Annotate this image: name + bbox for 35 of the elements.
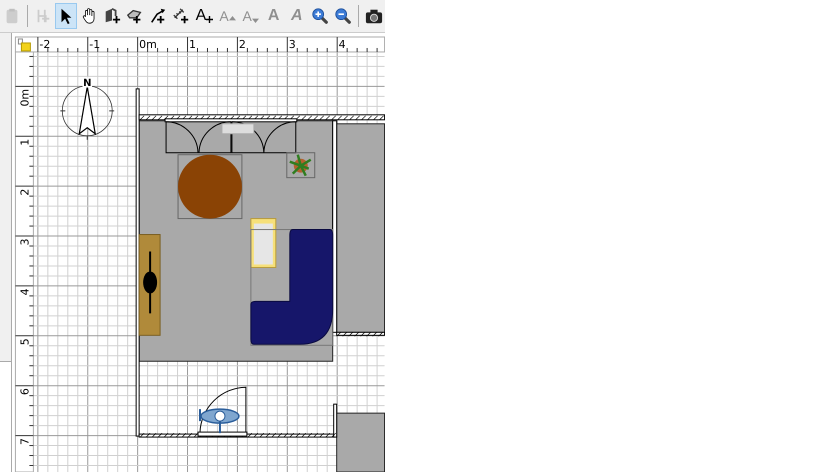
bed-drawing bbox=[250, 218, 276, 268]
lock-icon[interactable] bbox=[18, 38, 31, 52]
plus-icon bbox=[206, 16, 214, 23]
add-text-button[interactable]: A bbox=[193, 3, 216, 29]
arrow-down-icon bbox=[252, 16, 259, 23]
ruler-label: 1 bbox=[18, 138, 32, 146]
ruler-label: 0m bbox=[18, 88, 32, 107]
visitor-icon[interactable] bbox=[199, 408, 240, 434]
room-floor bbox=[336, 412, 385, 472]
ruler-label: 2 bbox=[18, 188, 32, 196]
ruler-label: 1 bbox=[189, 38, 196, 51]
ruler-label: 2 bbox=[238, 38, 246, 51]
ruler-label: 0m bbox=[139, 38, 157, 51]
room-plus-icon bbox=[126, 7, 144, 25]
compass-drawing bbox=[60, 85, 115, 140]
ruler-label: 4 bbox=[338, 38, 346, 51]
ruler-label: -1 bbox=[89, 38, 100, 51]
wall-plus-icon bbox=[103, 7, 122, 25]
select-button[interactable] bbox=[55, 3, 78, 29]
ruler-label: 6 bbox=[18, 388, 32, 396]
door-drawing bbox=[198, 386, 248, 437]
dimension-plus-icon bbox=[172, 7, 190, 25]
ruler-label: 4 bbox=[18, 288, 32, 296]
radiator bbox=[221, 123, 254, 134]
ruler-label: 5 bbox=[18, 338, 32, 346]
zoom-out-icon bbox=[334, 7, 352, 25]
ruler-label: -2 bbox=[39, 38, 50, 51]
round-table bbox=[178, 154, 242, 220]
arrow-up-icon bbox=[228, 16, 236, 23]
arrow-plus-icon bbox=[149, 7, 168, 25]
ruler-label: 3 bbox=[18, 238, 32, 246]
ruler-label: 7 bbox=[18, 438, 32, 446]
ruler-label: 3 bbox=[288, 38, 296, 51]
zoom-in-icon bbox=[310, 7, 329, 25]
camera-icon bbox=[364, 7, 383, 25]
